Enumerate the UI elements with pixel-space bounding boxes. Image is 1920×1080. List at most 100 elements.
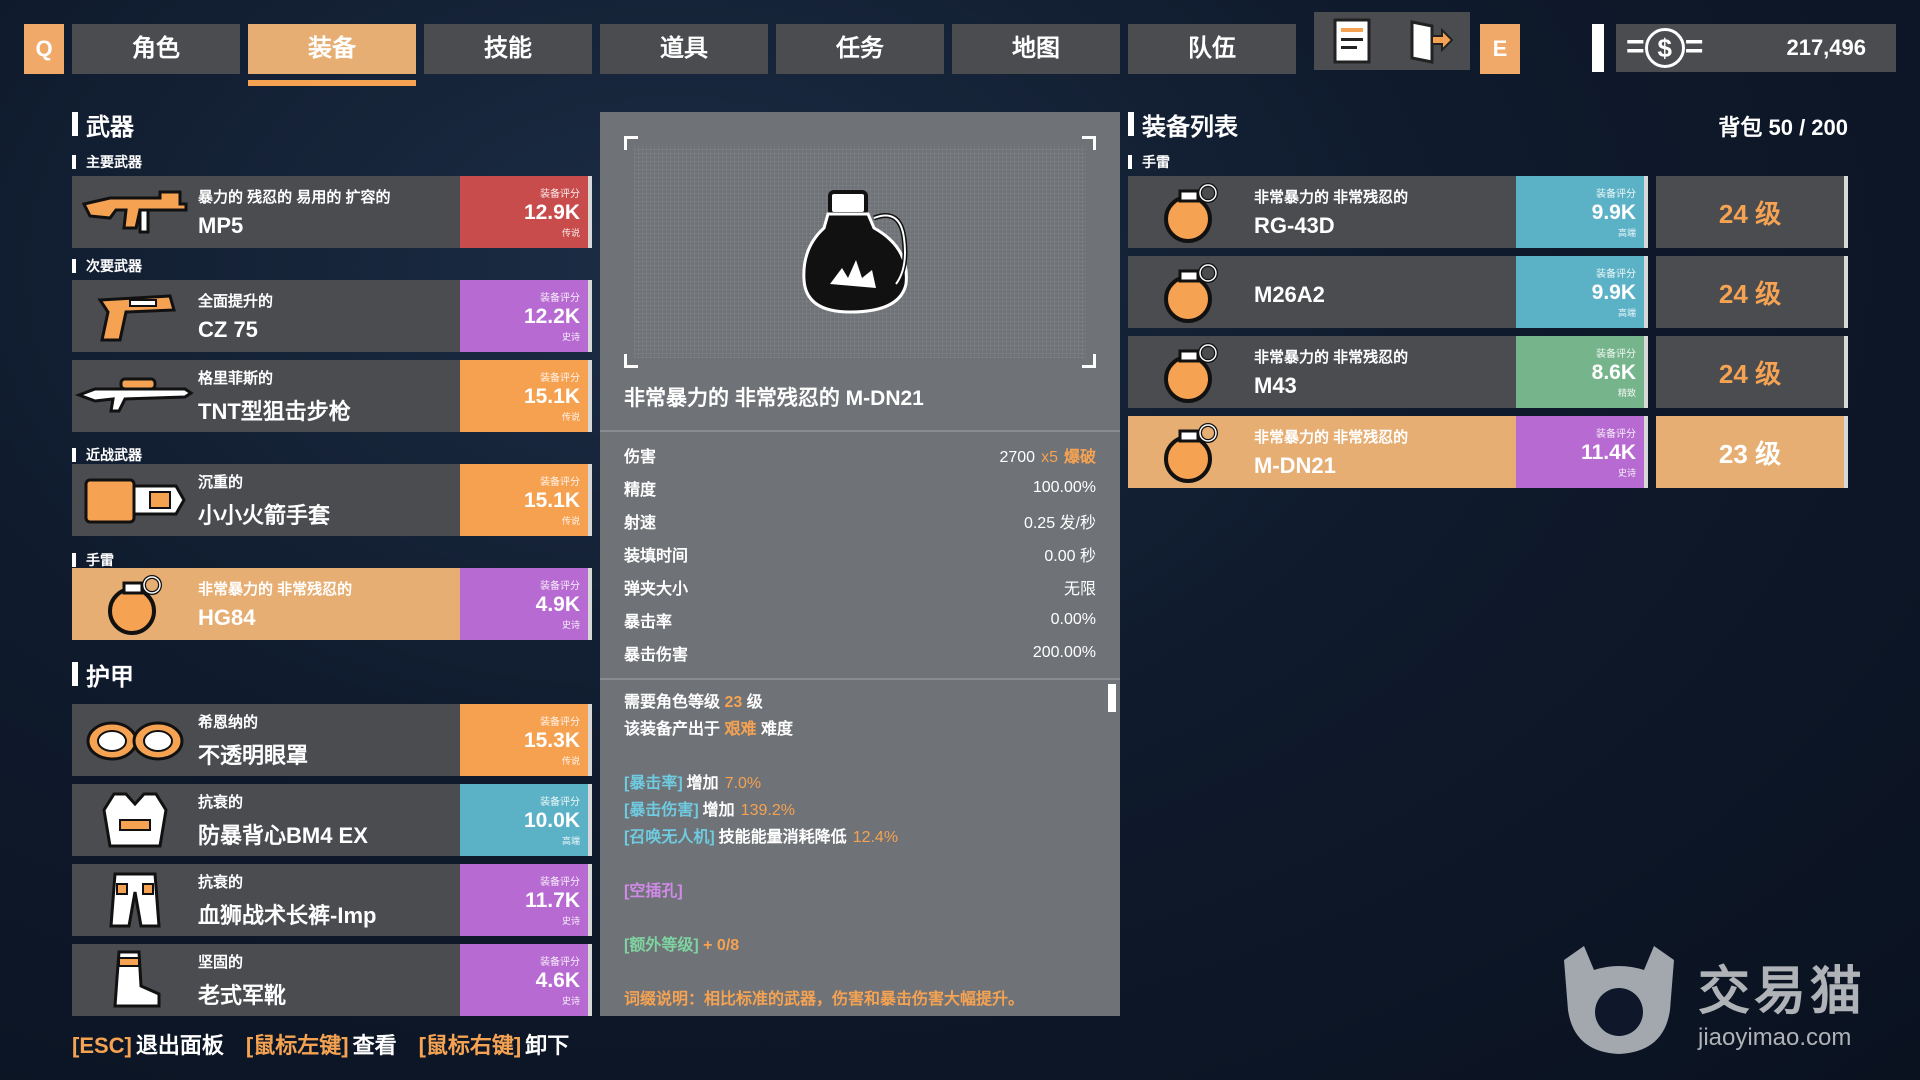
weapons-title: 武器 xyxy=(72,110,134,141)
equip-list-item[interactable]: 非常暴力的 非常残忍的 M-DN21 装备评分 11.4K 史诗 xyxy=(1128,416,1648,488)
key-hint-q[interactable]: Q xyxy=(24,24,64,74)
rarity-label: 传说 xyxy=(561,516,580,526)
grenade-preview-icon xyxy=(802,190,908,314)
gear-score-value: 10.0K xyxy=(523,809,580,832)
tab-3[interactable]: 道具 xyxy=(600,24,768,74)
weapon-slot[interactable]: 格里菲斯的 TNT型狙击步枪 装备评分 15.1K 传说 xyxy=(72,360,592,432)
rarity-label: 传说 xyxy=(561,228,580,238)
item-preview-frame xyxy=(624,136,1096,368)
weapon-slot[interactable]: 沉重的 小小火箭手套 装备评分 15.1K 传说 xyxy=(72,464,592,536)
weapon-slot[interactable]: 非常暴力的 非常残忍的 HG84 装备评分 4.9K 史诗 xyxy=(72,568,592,640)
drop-line: 该装备产出于 艰难 难度 xyxy=(624,721,793,738)
item-prefix: 抗衰的 xyxy=(198,873,244,891)
gear-score-badge: 装备评分 4.6K 史诗 xyxy=(460,944,588,1016)
detail-scrollbar[interactable] xyxy=(1108,684,1116,712)
stat-row: 暴击率 0.00% xyxy=(624,603,1096,636)
gear-score-value: 4.9K xyxy=(535,593,580,616)
equip-list-item[interactable]: M26A2 装备评分 9.9K 高端 xyxy=(1128,256,1648,328)
item-name: 小小火箭手套 xyxy=(198,502,331,528)
gear-score-badge: 装备评分 9.9K 高端 xyxy=(1516,176,1644,248)
active-tab-underline xyxy=(248,80,416,86)
boots-icon xyxy=(72,944,198,1016)
weapon-group-label: 近战武器 xyxy=(72,445,142,465)
gear-score-badge: 装备评分 15.1K 传说 xyxy=(460,360,588,432)
equip-list-item[interactable]: 非常暴力的 非常残忍的 RG-43D 装备评分 9.9K 高端 xyxy=(1128,176,1648,248)
smg-icon xyxy=(72,176,198,248)
item-name: 老式军靴 xyxy=(198,982,287,1008)
affix-line: [召唤无人机] 技能能量消耗降低 12.4% xyxy=(624,829,899,846)
pants-icon xyxy=(72,864,198,936)
gear-score-value: 15.3K xyxy=(523,729,580,752)
item-name: CZ 75 xyxy=(198,316,258,342)
item-name: MP5 xyxy=(198,212,244,238)
gear-score-label: 装备评分 xyxy=(540,373,580,384)
stat-label: 暴击率 xyxy=(624,613,673,631)
gear-score-badge: 装备评分 9.9K 高端 xyxy=(1516,256,1644,328)
empty-socket: [空插孔] xyxy=(624,883,683,900)
key-hint-e[interactable]: E xyxy=(1480,24,1520,74)
item-level: 24 级 xyxy=(1656,256,1848,328)
gear-score-value: 15.1K xyxy=(523,385,580,408)
tab-6[interactable]: 队伍 xyxy=(1128,24,1296,74)
item-prefix: 非常暴力的 非常残忍的 xyxy=(1254,428,1409,446)
tab-2[interactable]: 技能 xyxy=(424,24,592,74)
weapon-group-label: 手雷 xyxy=(72,550,114,570)
gear-score-badge: 装备评分 12.9K 传说 xyxy=(460,176,588,248)
item-text: 非常暴力的 非常残忍的 M-DN21 xyxy=(1254,416,1516,488)
dollar-icon: = $ = xyxy=(1626,28,1703,68)
tab-5[interactable]: 地图 xyxy=(952,24,1120,74)
grenade-icon xyxy=(1128,176,1254,248)
gear-score-badge: 装备评分 11.4K 史诗 xyxy=(1516,416,1644,488)
exit-door-button[interactable] xyxy=(1392,12,1470,70)
item-prefix: 非常暴力的 非常残忍的 xyxy=(198,580,353,598)
control-hint: [鼠标左键] 查看 xyxy=(245,1033,397,1058)
stat-row: 伤害 2700 x5 爆破 xyxy=(624,438,1096,471)
item-name: TNT型狙击步枪 xyxy=(198,398,351,424)
item-prefix: 非常暴力的 非常残忍的 xyxy=(1254,348,1409,366)
stat-row: 射速 0.25 发/秒 xyxy=(624,504,1096,537)
watermark: 交易猫 jiaoyimao.com xyxy=(1554,940,1866,1060)
item-text: 格里菲斯的 TNT型狙击步枪 xyxy=(198,360,460,432)
equip-list-title: 装备列表 xyxy=(1128,110,1238,141)
item-text: 沉重的 小小火箭手套 xyxy=(198,464,460,536)
item-text: 非常暴力的 非常残忍的 M43 xyxy=(1254,336,1516,408)
rarity-label: 传说 xyxy=(561,412,580,422)
rarity-label: 史诗 xyxy=(561,620,580,630)
equip-list-item[interactable]: 非常暴力的 非常残忍的 M43 装备评分 8.6K 精致 xyxy=(1128,336,1648,408)
item-prefix: 沉重的 xyxy=(198,473,244,491)
item-description: 需要角色等级 23 级 该装备产出于 艰难 难度 [暴击率] 增加 7.0% [暴击伤… xyxy=(624,688,1094,1012)
gear-score-badge: 装备评分 4.9K 史诗 xyxy=(460,568,588,640)
weapon-group-label: 主要武器 xyxy=(72,152,142,172)
item-detail-title: 非常暴力的 非常残忍的 M-DN21 xyxy=(624,387,924,410)
item-text: M26A2 xyxy=(1254,256,1516,328)
item-prefix: 希恩纳的 xyxy=(198,713,259,731)
armor-slot[interactable]: 抗衰的 防暴背心BM4 EX 装备评分 10.0K 高端 xyxy=(72,784,592,856)
weapon-slot[interactable]: 暴力的 残忍的 易用的 扩容的 MP5 装备评分 12.9K 传说 xyxy=(72,176,592,248)
notes-button[interactable] xyxy=(1314,12,1392,70)
stat-value: 200.00% xyxy=(1032,643,1096,661)
item-text: 坚固的 老式军靴 xyxy=(198,944,460,1016)
gear-score-label: 装备评分 xyxy=(540,957,580,968)
stat-label: 弹夹大小 xyxy=(624,580,689,598)
control-hint: [ESC] 退出面板 xyxy=(72,1033,224,1058)
item-name: 防暴背心BM4 EX xyxy=(198,822,368,848)
item-detail-panel: 非常暴力的 非常残忍的 M-DN21 伤害 2700 x5 爆破 精度 100.00% 射速… xyxy=(600,112,1120,1016)
tab-4[interactable]: 任务 xyxy=(776,24,944,74)
stat-value: 0.00% xyxy=(1050,610,1096,628)
gear-score-label: 装备评分 xyxy=(540,581,580,592)
rarity-label: 精致 xyxy=(1617,388,1636,398)
gear-score-label: 装备评分 xyxy=(1596,349,1636,360)
notes-icon xyxy=(1333,18,1371,64)
affix-line: [暴击率] 增加 7.0% xyxy=(624,775,762,792)
armor-slot[interactable]: 坚固的 老式军靴 装备评分 4.6K 史诗 xyxy=(72,944,592,1016)
currency-display: = $ = 217,496 xyxy=(1616,24,1896,72)
armor-slot[interactable]: 抗衰的 血狮战术长裤-Imp 装备评分 11.7K 史诗 xyxy=(72,864,592,936)
tab-0[interactable]: 角色 xyxy=(72,24,240,74)
exit-door-icon xyxy=(1410,20,1454,64)
armor-slot[interactable]: 希恩纳的 不透明眼罩 装备评分 15.3K 传说 xyxy=(72,704,592,776)
rarity-label: 史诗 xyxy=(561,916,580,926)
tab-1[interactable]: 装备 xyxy=(248,24,416,74)
weapon-slot[interactable]: 全面提升的 CZ 75 装备评分 12.2K 史诗 xyxy=(72,280,592,352)
sniper-rifle-icon xyxy=(72,360,198,432)
rarity-label: 传说 xyxy=(561,756,580,766)
